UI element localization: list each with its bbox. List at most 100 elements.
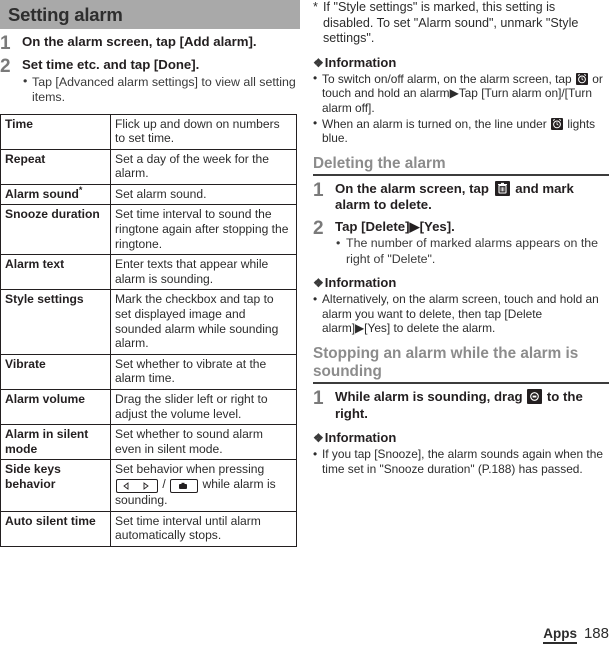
information-list: Alternatively, on the alarm screen, touc… xyxy=(313,292,609,336)
list-item: If you tap [Snooze], the alarm sounds ag… xyxy=(313,447,609,476)
information-list: If you tap [Snooze], the alarm sounds ag… xyxy=(313,447,609,476)
step-headline: Set time etc. and tap [Done]. xyxy=(22,57,200,72)
step-body: Tap [Delete]▶[Yes]. The number of marked… xyxy=(335,219,609,268)
table-row: Alarm sound* Set alarm sound. xyxy=(0,183,297,206)
trash-icon xyxy=(494,180,510,196)
step-number: 1 xyxy=(313,388,324,410)
table-row: Repeat Set a day of the week for the ala… xyxy=(0,148,297,185)
step-body: Set time etc. and tap [Done]. Tap [Advan… xyxy=(22,57,300,106)
chapter-title-bar: Setting alarm xyxy=(0,0,300,29)
table-cell-key: Vibrate xyxy=(0,353,111,391)
step-headline: On the alarm screen, tap and mark alarm … xyxy=(335,180,609,214)
information-heading-text: Information xyxy=(324,430,397,446)
footnote-marker: * xyxy=(78,184,83,195)
step-number: 2 xyxy=(313,217,324,239)
information-list: To switch on/off alarm, on the alarm scr… xyxy=(313,71,609,146)
left-column: Setting alarm 1 On the alarm screen, tap… xyxy=(0,0,300,547)
headline-text-pre: While alarm is sounding, drag xyxy=(335,389,527,405)
table-row: Alarm in silent mode Set whether to soun… xyxy=(0,424,297,461)
diamond-icon: ❖ xyxy=(313,431,324,446)
step-headline: While alarm is sounding, drag to the rig… xyxy=(335,389,609,422)
table-cell-key: Time xyxy=(0,113,111,150)
table-cell-key: Alarm in silent mode xyxy=(0,424,111,461)
table-cell-value: Set a day of the week for the alarm. xyxy=(110,148,297,185)
table-cell-key: Side keys behavior xyxy=(0,459,111,512)
item-text-pre: To switch on/off alarm, on the alarm scr… xyxy=(322,71,575,86)
table-row: Alarm volume Drag the slider left or rig… xyxy=(0,388,297,426)
section-heading-deleting: Deleting the alarm xyxy=(313,155,609,176)
manual-page: Setting alarm 1 On the alarm screen, tap… xyxy=(0,0,609,648)
step-number: 1 xyxy=(313,179,324,201)
table-row: Side keys behavior Set behavior when pre… xyxy=(0,459,297,512)
footnote-text: If "Style settings" is marked, this sett… xyxy=(323,0,579,46)
table-cell-key: Alarm sound* xyxy=(0,183,111,206)
table-cell-key-text: Alarm sound xyxy=(5,186,79,201)
table-cell-key: Style settings xyxy=(0,289,111,355)
right-column: * If "Style settings" is marked, this se… xyxy=(313,0,609,476)
bullet-item: Tap [Advanced alarm settings] to view al… xyxy=(22,74,300,106)
list-item: When an alarm is turned on, the line und… xyxy=(313,116,609,146)
table-cell-value: Set whether to vibrate at the alarm time… xyxy=(110,353,297,391)
table-cell-value: Set alarm sound. xyxy=(110,183,297,206)
volume-key-icon xyxy=(116,478,158,493)
table-row: Time Flick up and down on numbers to set… xyxy=(0,113,297,150)
table-cell-value: Set time interval to sound the ringtone … xyxy=(110,204,297,256)
drag-alarm-icon xyxy=(527,389,543,405)
table-row: Style settings Mark the checkbox and tap… xyxy=(0,289,297,355)
table-cell-key: Snooze duration xyxy=(0,204,111,256)
table-row: Alarm text Enter texts that appear while… xyxy=(0,254,297,291)
step-bullet-list: Tap [Advanced alarm settings] to view al… xyxy=(22,74,300,106)
page-number: 188 xyxy=(583,625,609,642)
table-cell-key: Repeat xyxy=(0,148,111,185)
list-item: To switch on/off alarm, on the alarm scr… xyxy=(313,71,609,116)
table-cell-value: Set time interval until alarm automatica… xyxy=(110,510,297,547)
step-headline: On the alarm screen, tap [Add alarm]. xyxy=(22,34,257,49)
section-heading-stopping: Stopping an alarm while the alarm is sou… xyxy=(313,345,609,385)
item-text-pre: When an alarm is turned on, the line und… xyxy=(322,116,551,131)
table-cell-key: Auto silent time xyxy=(0,510,111,547)
section-heading-text: Stopping an alarm while the alarm is sou… xyxy=(313,345,579,381)
alarm-clock-icon xyxy=(551,117,564,130)
step-body: On the alarm screen, tap and mark alarm … xyxy=(335,180,609,214)
step-body: While alarm is sounding, drag to the rig… xyxy=(335,389,609,422)
footer-section-tab: Apps xyxy=(543,626,577,644)
information-heading: ❖Information xyxy=(313,430,609,446)
step-item: 1 While alarm is sounding, drag to the r… xyxy=(313,389,609,422)
step-item: 1 On the alarm screen, tap [Add alarm]. xyxy=(0,33,300,54)
step-headline: Tap [Delete]▶[Yes]. xyxy=(335,218,455,234)
table-row: Snooze duration Set time interval to sou… xyxy=(0,204,297,256)
section-heading-text: Deleting the alarm xyxy=(313,154,446,172)
information-heading-text: Information xyxy=(324,54,397,70)
table-cell-value: Set behavior when pressing / while alarm… xyxy=(110,459,297,512)
table-row: Auto silent time Set time interval until… xyxy=(0,510,297,547)
page-footer: Apps 188 xyxy=(543,625,609,644)
step-body: On the alarm screen, tap [Add alarm]. xyxy=(22,34,300,51)
value-text-mid: / xyxy=(159,476,170,491)
table-cell-value: Flick up and down on numbers to set time… xyxy=(110,113,297,150)
table-cell-value: Enter texts that appear while alarm is s… xyxy=(110,254,297,291)
information-heading: ❖Information xyxy=(313,55,609,71)
step-item: 1 On the alarm screen, tap and mark alar… xyxy=(313,179,609,214)
diamond-icon: ❖ xyxy=(313,55,324,70)
footnote: * If "Style settings" is marked, this se… xyxy=(313,0,609,47)
step-number: 1 xyxy=(0,33,11,54)
alarm-clock-icon xyxy=(575,72,588,85)
step-bullet-list: The number of marked alarms appears on t… xyxy=(335,236,609,267)
value-text-pre: Set behavior when pressing xyxy=(115,462,265,477)
table-cell-key: Alarm volume xyxy=(0,388,111,426)
camera-key-icon xyxy=(170,478,199,493)
diamond-icon: ❖ xyxy=(313,276,324,291)
headline-text-pre: On the alarm screen, tap xyxy=(335,180,493,196)
table-cell-value: Mark the checkbox and tap to set display… xyxy=(110,289,297,355)
table-cell-key: Alarm text xyxy=(0,254,111,291)
step-number: 2 xyxy=(0,56,11,77)
information-heading-text: Information xyxy=(324,275,397,291)
footnote-marker: * xyxy=(313,0,318,14)
information-heading: ❖Information xyxy=(313,275,609,291)
step-item: 2 Tap [Delete]▶[Yes]. The number of mark… xyxy=(313,219,609,268)
table-cell-value: Drag the slider left or right to adjust … xyxy=(110,388,297,426)
table-row: Vibrate Set whether to vibrate at the al… xyxy=(0,353,297,391)
table-cell-value: Set whether to sound alarm even in silen… xyxy=(110,424,297,461)
list-item: Alternatively, on the alarm screen, touc… xyxy=(313,292,609,336)
page-title: Setting alarm xyxy=(8,3,123,25)
